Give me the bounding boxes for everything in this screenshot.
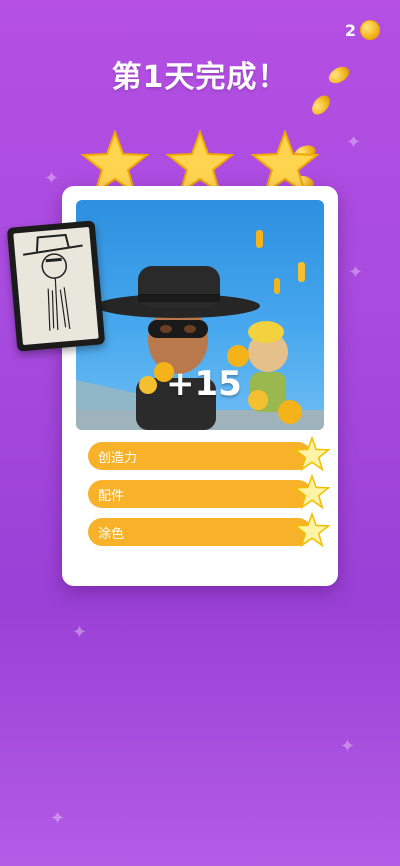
star-icon	[294, 512, 330, 548]
sparkle: ✦	[340, 736, 356, 757]
player-drawing	[6, 220, 106, 352]
sketch-illustration	[22, 233, 83, 331]
criterion-label: 配件	[98, 489, 125, 504]
star-icon	[294, 474, 330, 510]
sparkle: ✦	[50, 808, 66, 829]
page-title: 第1天完成！	[111, 60, 289, 95]
reward-amount: +15	[166, 364, 242, 404]
coin-count: 2	[344, 20, 356, 40]
criterion-row: 创造力	[88, 436, 330, 472]
sparkle: ✦	[346, 132, 362, 153]
criterion-row: 涂色	[88, 512, 330, 548]
criterion-row: 配件	[88, 474, 330, 510]
star-icon	[294, 436, 330, 472]
coin-counter: 2	[345, 20, 380, 40]
sparkle: ✦	[44, 168, 60, 189]
character-scene: +15	[76, 200, 324, 430]
sparkle: ✦	[72, 622, 88, 643]
result-card: +15 创造力 配件 涂色	[62, 186, 338, 586]
criterion-label: 创造力	[98, 451, 138, 466]
criteria-list: 创造力 配件 涂色	[88, 436, 330, 556]
criterion-label: 涂色	[98, 527, 125, 542]
coin-icon	[360, 20, 380, 40]
sparkle: ✦	[348, 262, 364, 283]
